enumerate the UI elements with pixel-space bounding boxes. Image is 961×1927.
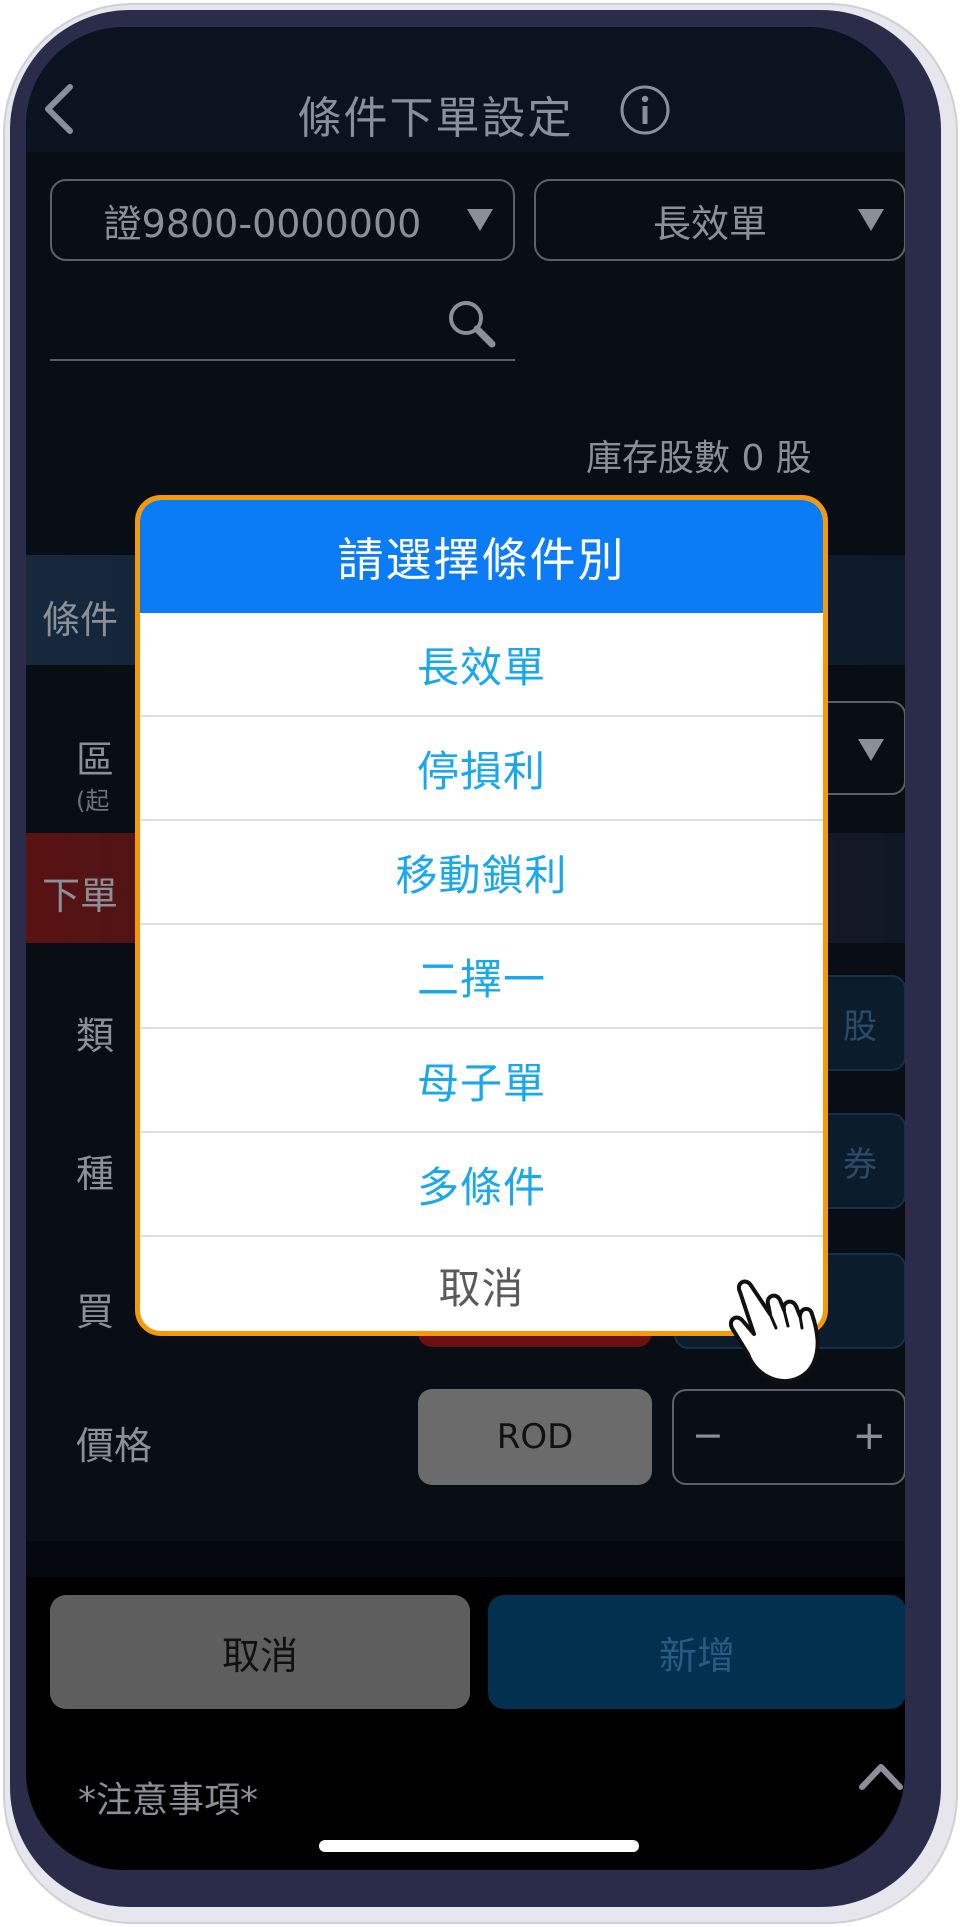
home-indicator xyxy=(319,1840,639,1852)
chevron-up-icon[interactable] xyxy=(856,1755,905,1795)
kind-label: 種 xyxy=(76,1152,115,1196)
type-option-label: 股 xyxy=(843,1006,877,1047)
option-long-term-order[interactable]: 長效單 xyxy=(140,613,823,717)
rod-button[interactable]: ROD xyxy=(418,1389,652,1485)
hand-pointer-icon xyxy=(729,1279,820,1383)
minus-icon[interactable]: − xyxy=(692,1413,724,1457)
condition-section-label: 條件 xyxy=(42,598,119,642)
footer-add-button[interactable]: 新增 xyxy=(488,1595,905,1709)
notice-link[interactable]: *注意事項* xyxy=(78,1771,258,1823)
option-stop-loss-profit[interactable]: 停損利 xyxy=(140,717,823,821)
search-input[interactable] xyxy=(50,359,515,361)
info-circle-icon[interactable] xyxy=(619,84,671,136)
rod-label: ROD xyxy=(496,1417,574,1457)
option-trailing-stop[interactable]: 移動鎖利 xyxy=(140,821,823,925)
option-parent-child-order[interactable]: 母子單 xyxy=(140,1029,823,1133)
option-multi-condition[interactable]: 多條件 xyxy=(140,1133,823,1237)
search-icon[interactable] xyxy=(446,298,496,348)
dialog-title: 請選擇條件別 xyxy=(140,500,823,613)
footer-add-label: 新增 xyxy=(658,1633,735,1678)
price-stepper[interactable]: − + xyxy=(672,1389,905,1485)
inventory-count: 庫存股數 0 股 xyxy=(586,438,812,479)
account-select[interactable]: 證9800-0000000 xyxy=(50,179,515,261)
range-sublabel: (起 xyxy=(76,787,110,815)
caret-down-icon xyxy=(858,209,884,231)
caret-down-icon xyxy=(858,739,884,761)
order-section-label: 下單 xyxy=(42,874,119,918)
footer-cancel-label: 取消 xyxy=(221,1633,298,1678)
footer-cancel-button[interactable]: 取消 xyxy=(50,1595,470,1709)
order-type-select[interactable]: 長效單 xyxy=(534,179,905,261)
condition-type-dialog: 請選擇條件別 長效單 停損利 移動鎖利 二擇一 母子單 多條件 取消 xyxy=(135,495,828,1336)
caret-down-icon xyxy=(467,209,493,231)
price-label: 價格 xyxy=(76,1424,153,1468)
buysell-label: 買 xyxy=(76,1290,115,1334)
kind-option-label: 券 xyxy=(843,1144,877,1185)
option-one-cancels-other[interactable]: 二擇一 xyxy=(140,925,823,1029)
range-label: 區 xyxy=(76,738,115,782)
plus-icon[interactable]: + xyxy=(852,1413,886,1459)
spacer-band xyxy=(26,1541,905,1577)
type-label: 類 xyxy=(76,1014,115,1058)
page-title: 條件下單設定 xyxy=(297,93,574,144)
account-select-value: 證9800-0000000 xyxy=(103,201,422,246)
order-type-select-value: 長效單 xyxy=(652,201,767,246)
